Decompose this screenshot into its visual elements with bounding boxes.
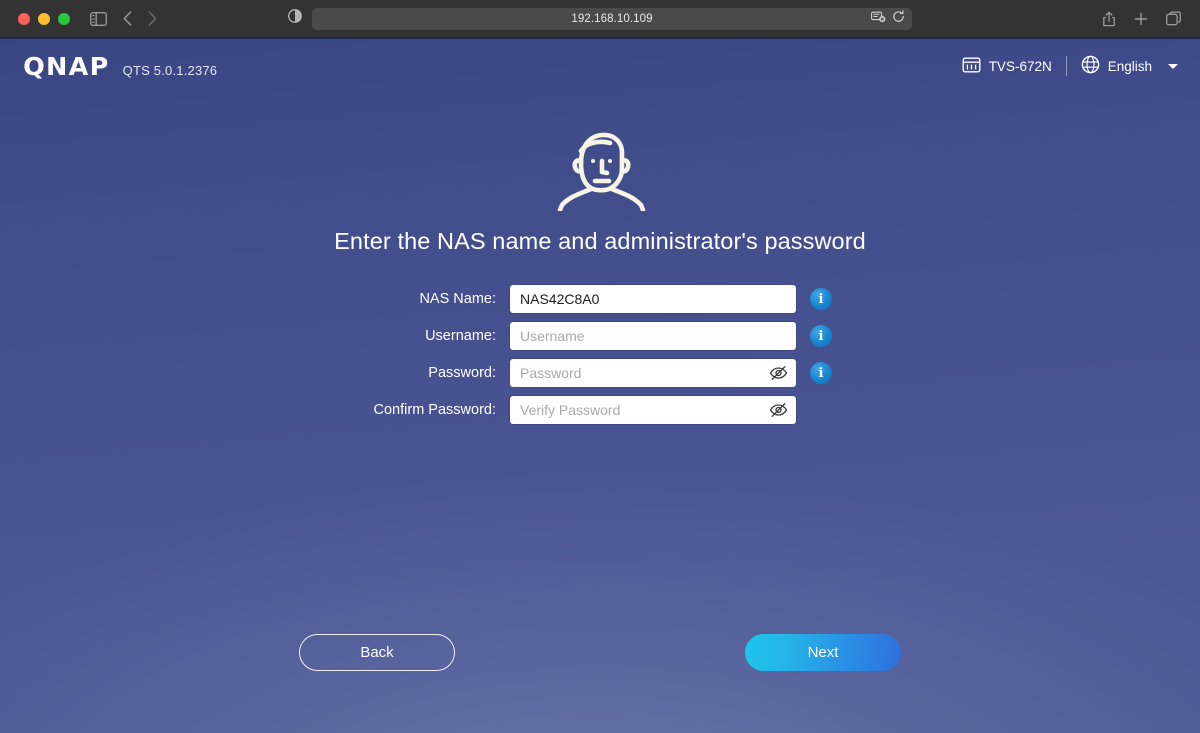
eye-off-icon-password[interactable] xyxy=(769,365,788,381)
address-bar-right-icons xyxy=(871,9,905,28)
field-row-confirm-password: Confirm Password: xyxy=(320,396,880,424)
address-bar[interactable]: 192.168.10.109 xyxy=(312,7,912,30)
url-text: 192.168.10.109 xyxy=(571,12,653,25)
next-button-wizard[interactable]: Next xyxy=(745,634,901,671)
back-button[interactable] xyxy=(123,11,132,26)
password-input[interactable] xyxy=(510,359,796,387)
toolbar-right-actions xyxy=(1102,11,1190,27)
username-input[interactable] xyxy=(510,322,796,350)
reload-icon[interactable] xyxy=(892,9,905,28)
back-button-wizard[interactable]: Back xyxy=(299,634,455,671)
password-input-shell[interactable] xyxy=(510,359,796,387)
setup-content: Enter the NAS name and administrator's p… xyxy=(0,93,1200,424)
field-row-password: Password: i xyxy=(320,359,880,387)
share-icon[interactable] xyxy=(1102,11,1116,27)
sidebar-toggle-icon[interactable] xyxy=(90,11,107,26)
minimize-window-button[interactable] xyxy=(38,12,50,25)
header-divider xyxy=(1065,56,1067,76)
qts-setup-page: QNAP QTS 5.0.1.2376 TVS-672N English Ent… xyxy=(0,38,1200,733)
qnap-logo: QNAP xyxy=(23,51,110,81)
nas-device-icon xyxy=(962,56,981,77)
close-window-button[interactable] xyxy=(18,12,30,25)
navigation-controls xyxy=(90,11,157,26)
maximize-window-button[interactable] xyxy=(58,12,70,25)
page-title: Enter the NAS name and administrator's p… xyxy=(334,228,866,254)
reader-view-icon[interactable] xyxy=(288,9,302,28)
forward-button[interactable] xyxy=(148,11,157,26)
info-icon-password[interactable]: i xyxy=(810,362,832,384)
info-icon-username[interactable]: i xyxy=(810,325,832,347)
browser-toolbar: 192.168.10.109 xyxy=(0,0,1200,38)
nas-model-label: TVS-672N xyxy=(988,58,1052,74)
nas-name-input-shell[interactable] xyxy=(510,285,796,313)
nas-model-indicator: TVS-672N xyxy=(962,56,1052,77)
label-username: Username: xyxy=(425,328,496,344)
new-tab-icon[interactable] xyxy=(1134,12,1148,26)
user-avatar-illustration xyxy=(0,125,1200,216)
globe-icon xyxy=(1081,55,1100,77)
language-selector[interactable]: English xyxy=(1081,55,1178,77)
wizard-footer: Back Next xyxy=(0,634,1200,671)
address-bar-container: 192.168.10.109 xyxy=(288,7,912,30)
field-row-username: Username: i xyxy=(320,322,880,350)
chevron-down-icon[interactable] xyxy=(1168,63,1178,69)
field-row-nas-name: NAS Name: i xyxy=(320,285,880,313)
username-input-shell[interactable] xyxy=(510,322,796,350)
confirm-password-input[interactable] xyxy=(510,396,796,424)
extensions-icon[interactable] xyxy=(871,10,886,28)
nas-name-input[interactable] xyxy=(510,285,796,313)
info-icon-nas-name[interactable]: i xyxy=(810,288,832,310)
browser-window: 192.168.10.109 QNAP QTS 5.0.1.2376 TVS-6… xyxy=(0,0,1200,733)
eye-off-icon-confirm-password[interactable] xyxy=(769,402,788,418)
qts-header: QNAP QTS 5.0.1.2376 TVS-672N English xyxy=(0,39,1200,93)
confirm-password-input-shell[interactable] xyxy=(510,396,796,424)
window-controls xyxy=(18,12,70,25)
label-confirm-password: Confirm Password: xyxy=(373,402,496,418)
brand: QNAP QTS 5.0.1.2376 xyxy=(23,51,218,81)
tab-overview-icon[interactable] xyxy=(1166,11,1182,26)
qts-version-label: QTS 5.0.1.2376 xyxy=(122,62,218,78)
label-password: Password: xyxy=(428,365,496,381)
language-label: English xyxy=(1107,58,1152,74)
label-nas-name: NAS Name: xyxy=(419,291,496,307)
setup-form: NAS Name: i Username: i Password: xyxy=(0,285,1200,424)
qts-header-right: TVS-672N English xyxy=(962,55,1178,77)
